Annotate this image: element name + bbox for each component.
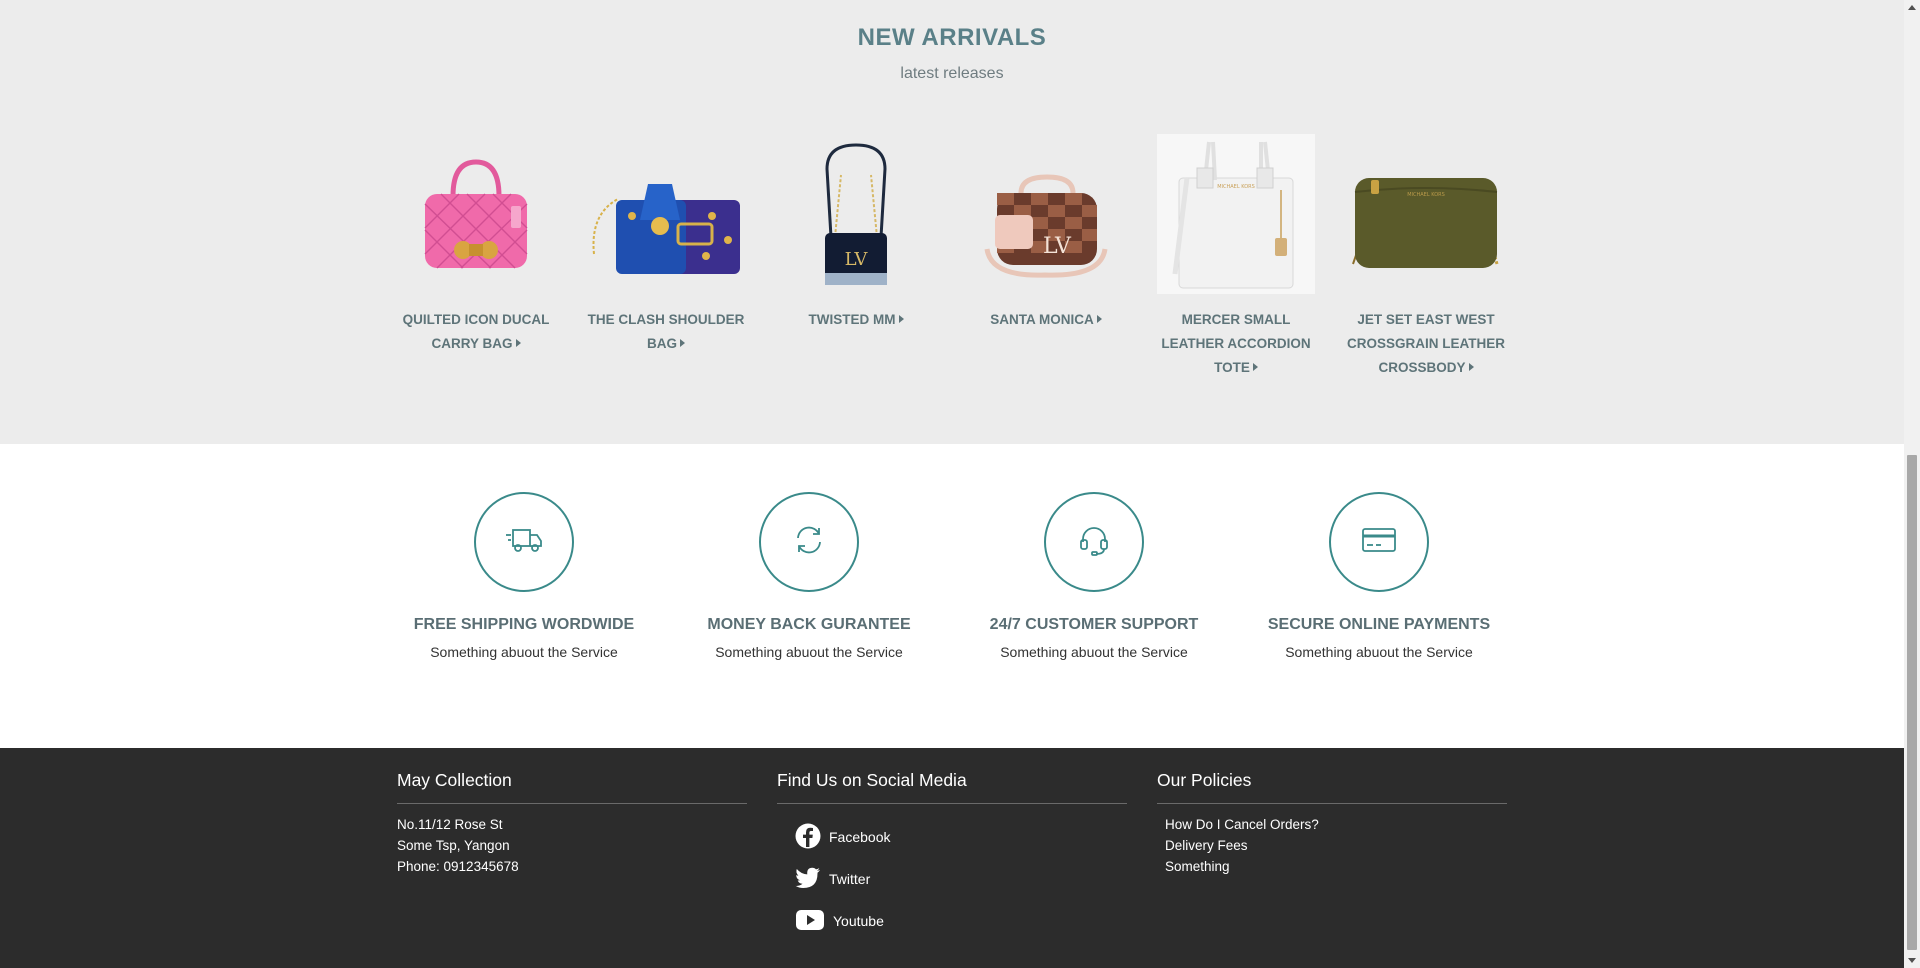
service-icon-circle (759, 492, 859, 592)
footer-about-title: May Collection (397, 770, 747, 804)
product-name[interactable]: QUILTED ICON DUCAL CARRY BAG (397, 308, 555, 356)
address-line-2: Some Tsp, Yangon (397, 838, 510, 853)
facebook-icon (795, 823, 829, 852)
credit-card-icon (1361, 526, 1397, 559)
new-arrivals-section: NEW ARRIVALS latest releases QUILTED ICO… (0, 0, 1904, 444)
product-image-checkered-brown-bag[interactable]: LV (967, 134, 1125, 294)
product-image-blue-shoulder-bag[interactable] (587, 134, 745, 294)
service-title: 24/7 CUSTOMER SUPPORT (989, 616, 1199, 633)
service-secure-payments: SECURE ONLINE PAYMENTS Something abuout … (1249, 492, 1509, 660)
caret-right-icon (1468, 363, 1474, 371)
svg-text:MICHAEL KORS: MICHAEL KORS (1407, 192, 1445, 198)
product-name[interactable]: JET SET EAST WEST CROSSGRAIN LEATHER CRO… (1347, 308, 1505, 380)
policy-link-something[interactable]: Something (1165, 856, 1507, 877)
services-section: FREE SHIPPING WORDWIDE Something abuout … (0, 444, 1904, 748)
product-name[interactable]: MERCER SMALL LEATHER ACCORDION TOTE (1157, 308, 1315, 380)
svg-text:MICHAEL KORS: MICHAEL KORS (1217, 184, 1255, 190)
service-customer-support: 24/7 CUSTOMER SUPPORT Something abuout t… (964, 492, 1224, 660)
scrollbar-thumb[interactable] (1907, 455, 1917, 950)
product-image-pink-quilted-handbag[interactable] (397, 134, 555, 294)
product-card[interactable]: THE CLASH SHOULDER BAG (587, 134, 745, 380)
headset-icon (1078, 524, 1110, 561)
product-name[interactable]: THE CLASH SHOULDER BAG (587, 308, 745, 356)
policy-link-delivery-fees[interactable]: Delivery Fees (1165, 835, 1507, 856)
service-description: Something abuout the Service (1285, 644, 1473, 660)
product-name[interactable]: TWISTED MM (777, 308, 935, 332)
product-image-olive-crossbody-bag[interactable]: MICHAEL KORS (1347, 134, 1505, 294)
product-list: QUILTED ICON DUCAL CARRY BAG THE CLASH S… (397, 134, 1509, 380)
product-card[interactable]: MICHAEL KORS MERCER SMALL LEATHER ACCORD… (1157, 134, 1315, 380)
service-icon-circle (474, 492, 574, 592)
service-icon-circle (1329, 492, 1429, 592)
social-link-twitter[interactable]: Twitter (795, 858, 1127, 900)
product-card[interactable]: LV SANTA MONICA (967, 134, 1125, 380)
scroll-up-arrow-icon[interactable] (1908, 5, 1916, 10)
footer: May Collection No.11/12 Rose St Some Tsp… (0, 748, 1904, 968)
service-description: Something abuout the Service (1000, 644, 1188, 660)
product-name[interactable]: SANTA MONICA (967, 308, 1125, 332)
service-title: MONEY BACK GURANTEE (707, 616, 911, 633)
service-title: SECURE ONLINE PAYMENTS (1267, 616, 1491, 633)
footer-social: Find Us on Social Media Facebook Twitter… (777, 770, 1127, 942)
social-label[interactable]: Twitter (829, 871, 870, 887)
vertical-scrollbar[interactable] (1904, 0, 1920, 968)
svg-text:LV: LV (1043, 234, 1072, 259)
social-link-youtube[interactable]: Youtube (795, 900, 1127, 942)
policy-link-cancel-orders[interactable]: How Do I Cancel Orders? (1165, 814, 1507, 835)
service-description: Something abuout the Service (430, 644, 618, 660)
caret-right-icon (515, 339, 521, 347)
product-image-navy-chain-bag[interactable]: LV (777, 134, 935, 294)
product-card[interactable]: MICHAEL KORS JET SET EAST WEST CROSSGRAI… (1347, 134, 1505, 380)
scroll-down-arrow-icon[interactable] (1908, 958, 1916, 963)
footer-policies-title: Our Policies (1157, 770, 1507, 804)
product-card[interactable]: QUILTED ICON DUCAL CARRY BAG (397, 134, 555, 380)
svg-text:LV: LV (845, 249, 869, 270)
footer-social-title: Find Us on Social Media (777, 770, 1127, 804)
social-label[interactable]: Facebook (829, 829, 890, 845)
service-icon-circle (1044, 492, 1144, 592)
caret-right-icon (898, 315, 904, 323)
twitter-icon (795, 867, 829, 892)
social-label[interactable]: Youtube (833, 913, 884, 929)
phone-line: Phone: 0912345678 (397, 859, 519, 874)
refresh-icon (793, 524, 825, 561)
service-title: FREE SHIPPING WORDWIDE (413, 616, 635, 633)
truck-icon (505, 525, 543, 560)
caret-right-icon (1252, 363, 1258, 371)
product-image-white-tote-bag[interactable]: MICHAEL KORS (1157, 134, 1315, 294)
caret-right-icon (1096, 315, 1102, 323)
youtube-icon (795, 909, 833, 934)
section-title: NEW ARRIVALS (857, 24, 1047, 51)
section-subtitle: latest releases (900, 65, 1004, 82)
service-description: Something abuout the Service (715, 644, 903, 660)
product-card[interactable]: LV TWISTED MM (777, 134, 935, 380)
social-link-facebook[interactable]: Facebook (795, 816, 1127, 858)
service-money-back: MONEY BACK GURANTEE Something abuout the… (679, 492, 939, 660)
address-line-1: No.11/12 Rose St (397, 817, 503, 832)
service-free-shipping: FREE SHIPPING WORDWIDE Something abuout … (394, 492, 654, 660)
footer-policies: Our Policies How Do I Cancel Orders? Del… (1157, 770, 1507, 877)
caret-right-icon (680, 339, 685, 347)
footer-about: May Collection No.11/12 Rose St Some Tsp… (397, 770, 747, 877)
